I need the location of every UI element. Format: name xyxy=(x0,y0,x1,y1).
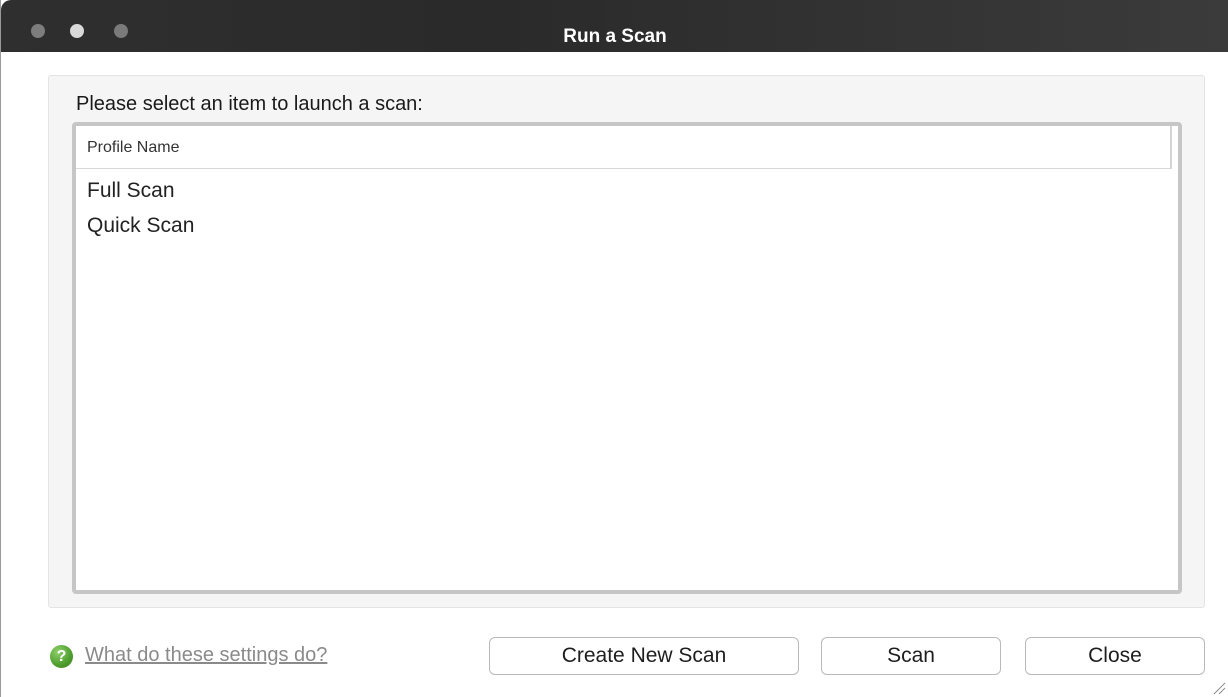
scan-button[interactable]: Scan xyxy=(821,637,1001,675)
run-scan-window: Run a Scan Please select an item to laun… xyxy=(0,0,1228,697)
prompt-label: Please select an item to launch a scan: xyxy=(76,93,423,115)
window-title: Run a Scan xyxy=(563,26,667,47)
column-divider xyxy=(1170,126,1172,169)
close-button[interactable]: Close xyxy=(1025,637,1205,675)
profile-list[interactable]: Profile Name Full Scan Quick Scan xyxy=(72,122,1182,594)
help-link[interactable]: What do these settings do? xyxy=(85,642,327,668)
list-item[interactable]: Quick Scan xyxy=(87,213,194,239)
title-bar[interactable]: Run a Scan xyxy=(1,0,1228,52)
column-header-profile-name[interactable]: Profile Name xyxy=(76,126,1172,169)
list-item[interactable]: Full Scan xyxy=(87,178,175,204)
create-new-scan-button[interactable]: Create New Scan xyxy=(489,637,799,675)
resize-grip-icon[interactable] xyxy=(1212,681,1226,695)
question-icon: ? xyxy=(50,645,73,668)
